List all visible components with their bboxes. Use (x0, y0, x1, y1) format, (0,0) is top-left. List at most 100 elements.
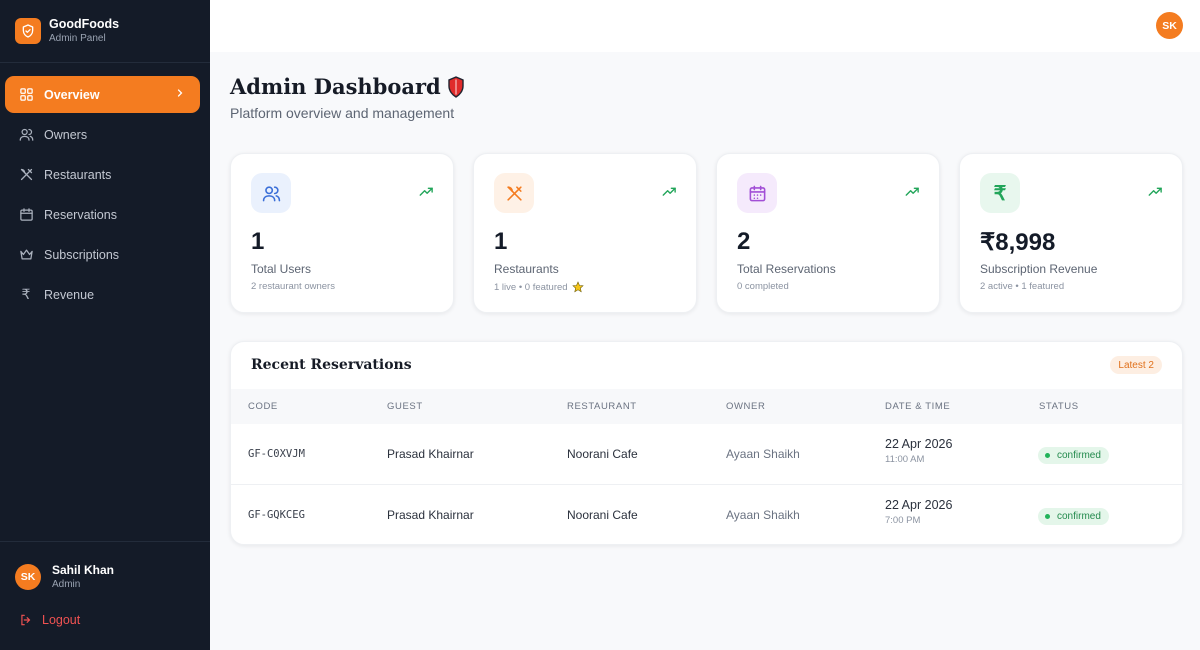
trending-up-icon (905, 186, 920, 198)
guest-name: Prasad Khairnar (387, 447, 474, 461)
sidebar-item-label: Owners (44, 127, 88, 142)
date-time: 22 Apr 2026 7:00 PM (885, 497, 952, 528)
stat-value: ₹8,998 (980, 229, 1056, 256)
latest-badge: Latest 2 (1110, 356, 1162, 374)
column-header-owner: OWNER (726, 401, 766, 412)
recent-reservations-card: Recent Reservations Latest 2 CODE GUEST … (230, 341, 1183, 545)
main-content: Admin Dashboard Platform overview and ma… (210, 52, 1200, 650)
calendar-icon (18, 207, 34, 223)
stat-card-revenue[interactable]: ₹ ₹8,998 Subscription Revenue 2 active •… (959, 153, 1183, 313)
reservation-time: 11:00 AM (885, 454, 925, 465)
owner-name: Ayaan Shaikh (726, 508, 800, 522)
user-role: Admin (52, 579, 81, 590)
status-badge: confirmed (1038, 508, 1109, 525)
sidebar-item-overview[interactable]: Overview (5, 76, 200, 113)
user-profile[interactable]: SK Sahil Khan Admin (0, 542, 210, 591)
stat-note-text: 0 completed (737, 281, 789, 292)
sidebar-item-label: Revenue (44, 287, 95, 302)
stat-note: 2 active • 1 featured (980, 281, 1064, 292)
status-text: confirmed (1057, 511, 1101, 522)
column-header-date-time: DATE & TIME (885, 401, 951, 412)
reservation-date: 22 Apr 2026 (885, 498, 953, 512)
sidebar-item-reservations[interactable]: Reservations (5, 196, 200, 233)
header-avatar[interactable]: SK (1156, 12, 1183, 39)
section-title: Recent Reservations (251, 357, 412, 373)
stat-card-restaurants[interactable]: 1 Restaurants 1 live • 0 featured (473, 153, 697, 313)
sidebar-item-subscriptions[interactable]: Subscriptions (5, 236, 200, 273)
utensils-icon (494, 173, 534, 213)
sidebar-item-restaurants[interactable]: Restaurants (5, 156, 200, 193)
stat-value: 2 (737, 228, 751, 255)
stat-note: 0 completed (737, 281, 789, 292)
stat-note-text: 2 restaurant owners (251, 281, 335, 292)
status-text: confirmed (1057, 450, 1101, 461)
column-header-guest: GUEST (387, 401, 423, 412)
table-header: CODE GUEST RESTAURANT OWNER DATE & TIME … (231, 389, 1182, 424)
sidebar: GoodFoods Admin Panel Overview Owners Re… (0, 0, 210, 650)
status-dot-icon (1045, 514, 1050, 519)
brand-name: GoodFoods (49, 17, 120, 31)
shield-logo-icon (15, 18, 41, 44)
stat-note-text: 2 active • 1 featured (980, 281, 1065, 292)
stat-note-text: 1 live • 0 featured (494, 281, 568, 293)
logout-icon (19, 613, 33, 627)
users-icon (251, 173, 291, 213)
trending-up-icon (1148, 186, 1163, 198)
brand-subtitle: Admin Panel (49, 33, 106, 44)
trending-up-icon (662, 186, 677, 198)
column-header-status: STATUS (1039, 401, 1079, 412)
stat-value: 1 (251, 228, 265, 255)
stat-label: Subscription Revenue (980, 262, 1098, 276)
stat-card-users[interactable]: 1 Total Users 2 restaurant owners (230, 153, 454, 313)
stat-card-reservations[interactable]: 2 Total Reservations 0 completed (716, 153, 940, 313)
stat-value: 1 (494, 228, 508, 255)
owner-name: Ayaan Shaikh (726, 447, 800, 461)
chevron-right-icon (174, 87, 186, 102)
stat-label: Total Users (251, 262, 312, 276)
stat-note: 2 restaurant owners (251, 281, 335, 292)
sidebar-item-revenue[interactable]: ₹ Revenue (5, 276, 200, 313)
page-title: Admin Dashboard (230, 74, 465, 99)
reservation-date: 22 Apr 2026 (885, 437, 953, 451)
page-title-text: Admin Dashboard (230, 74, 441, 99)
stat-label: Total Reservations (737, 262, 836, 276)
restaurant-name: Noorani Cafe (567, 447, 638, 461)
avatar: SK (15, 564, 41, 590)
sidebar-item-label: Overview (44, 87, 100, 102)
stat-label: Restaurants (494, 262, 559, 276)
logout-button[interactable]: Logout (0, 591, 210, 627)
trending-up-icon (419, 186, 434, 198)
reservation-code: GF-C0XVJM (248, 448, 305, 460)
sidebar-item-label: Restaurants (44, 167, 112, 182)
restaurant-name: Noorani Cafe (567, 508, 638, 522)
page-subtitle: Platform overview and management (230, 105, 455, 121)
table-row[interactable]: GF-GQKCEG Prasad Khairnar Noorani Cafe A… (231, 485, 1182, 544)
sidebar-footer: SK Sahil Khan Admin Logout (0, 541, 210, 650)
crown-icon (18, 247, 34, 263)
sidebar-item-label: Reservations (44, 207, 117, 222)
user-name: Sahil Khan (52, 563, 115, 577)
calendar-icon (737, 173, 777, 213)
reservation-time: 7:00 PM (885, 515, 921, 526)
date-time: 22 Apr 2026 11:00 AM (885, 436, 952, 467)
guest-name: Prasad Khairnar (387, 508, 474, 522)
table-row[interactable]: GF-C0XVJM Prasad Khairnar Noorani Cafe A… (231, 424, 1182, 485)
stat-note: 1 live • 0 featured (494, 281, 584, 293)
sidebar-item-label: Subscriptions (44, 247, 120, 262)
grid-icon (18, 87, 34, 103)
utensils-icon (18, 167, 34, 183)
sidebar-item-owners[interactable]: Owners (5, 116, 200, 153)
star-icon (571, 281, 584, 293)
logout-label: Logout (42, 613, 81, 627)
status-dot-icon (1045, 453, 1050, 458)
brand[interactable]: GoodFoods Admin Panel (0, 0, 210, 63)
rupee-icon: ₹ (21, 286, 31, 302)
status-badge: confirmed (1038, 447, 1109, 464)
column-header-restaurant: RESTAURANT (567, 401, 637, 412)
reservation-code: GF-GQKCEG (248, 509, 305, 521)
shield-icon (447, 75, 465, 98)
users-icon (18, 127, 34, 143)
sidebar-nav: Overview Owners Restaurants Reservations (0, 63, 210, 313)
column-header-code: CODE (248, 401, 278, 412)
rupee-icon: ₹ (980, 173, 1020, 213)
